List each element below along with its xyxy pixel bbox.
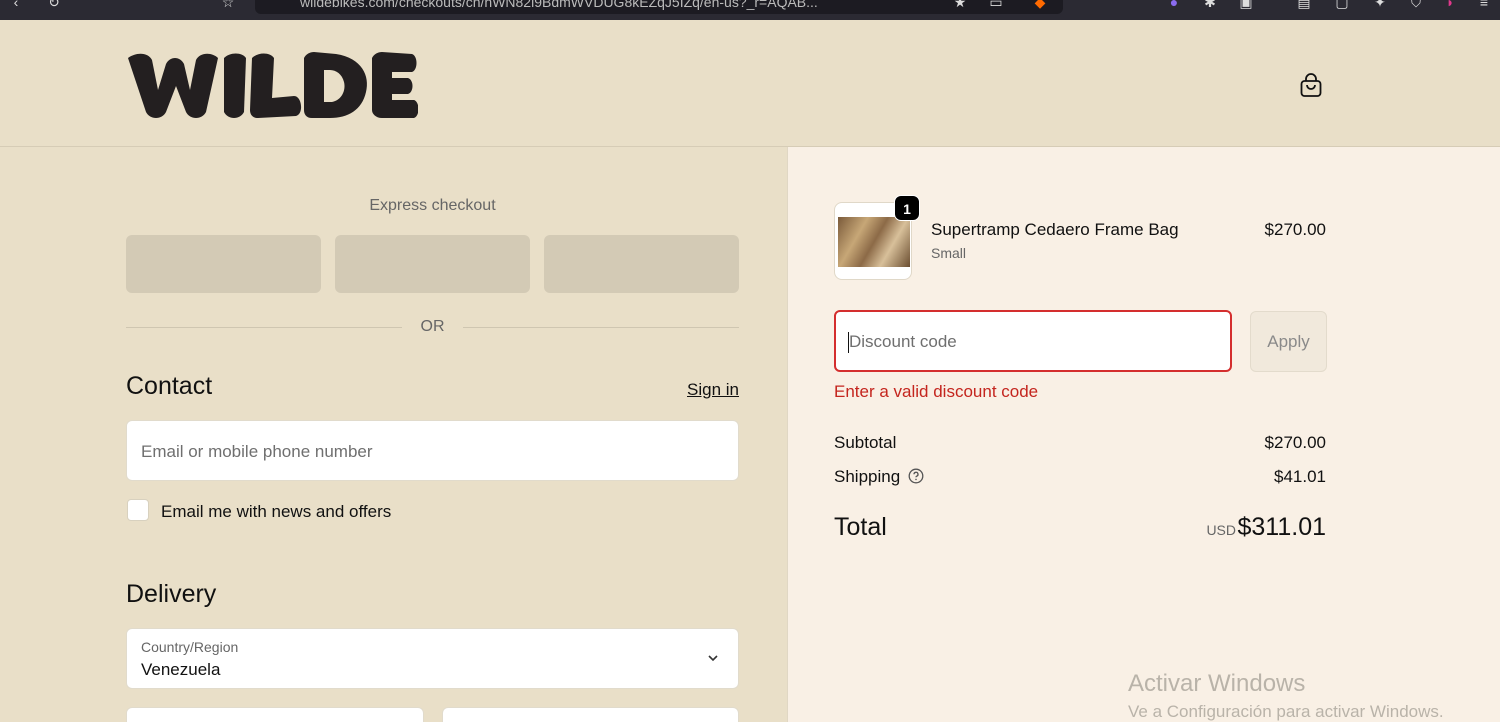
last-name-field[interactable] [442,707,739,722]
help-circle-icon[interactable] [908,468,924,484]
wallet-icon[interactable]: ◗ [1442,0,1458,10]
extension-icon[interactable]: ● [1166,0,1182,10]
vpn-icon[interactable]: ⛉ [1408,0,1424,10]
or-divider-label: OR [420,318,445,335]
extensions-icon[interactable]: ✱ [1202,0,1218,10]
reload-icon[interactable]: ↻ [46,0,62,10]
country-select[interactable]: Country/Region Venezuela [126,628,739,689]
country-select-label: Country/Region [141,639,239,655]
back-icon[interactable]: ‹ [8,0,24,10]
subtotal-value: $270.00 [1264,433,1326,452]
newsletter-label[interactable]: Email me with news and offers [161,502,391,522]
express-pay-button-3[interactable] [544,235,739,293]
product-name: Supertramp Cedaero Frame Bag [931,220,1179,239]
shipping-value: $41.01 [1274,467,1326,486]
email-field[interactable]: Email or mobile phone number [126,420,739,481]
newsletter-checkbox[interactable] [127,499,149,521]
tab-icon[interactable]: ▢ [1334,0,1350,10]
discount-code-input[interactable]: Discount code [834,310,1232,372]
windows-activation-subtitle: Ve a Configuración para activar Windows. [1128,702,1444,721]
bookmark-icon[interactable]: ☆ [220,0,236,10]
menu-icon[interactable]: ≡ [1476,0,1492,10]
country-select-value: Venezuela [141,660,221,679]
quantity-badge: 1 [894,195,920,221]
reader-icon[interactable]: ▭ [988,0,1004,10]
contact-heading: Contact [126,372,213,400]
checkout-form-panel: Express checkout OR Contact Sign in Emai… [0,147,787,722]
subtotal-label: Subtotal [834,433,897,452]
total-value: $311.01 [1237,513,1326,541]
browser-toolbar: ‹ ↻ ☆ wildebikes.com/checkouts/cn/hWN82i… [0,0,1500,20]
address-bar-url[interactable]: wildebikes.com/checkouts/cn/hWN82i9BdmWV… [300,0,940,10]
delivery-heading: Delivery [126,580,217,608]
order-summary-panel: 1 Supertramp Cedaero Frame Bag Small $27… [787,147,1500,722]
email-field-placeholder: Email or mobile phone number [141,442,373,461]
product-image [838,217,910,267]
chevron-down-icon [706,651,720,665]
or-divider-right [463,327,739,328]
or-divider-left [126,327,402,328]
express-pay-button-2[interactable] [335,235,530,293]
discount-error-message: Enter a valid discount code [834,382,1039,401]
first-name-field[interactable] [126,707,424,722]
express-pay-button-1[interactable] [126,235,321,293]
product-price: $270.00 [1264,220,1326,239]
total-currency: USD [1206,522,1236,538]
star-icon[interactable]: ★ [952,0,968,10]
sidebar-icon[interactable]: ▤ [1296,0,1312,10]
shipping-label: Shipping [834,467,901,486]
product-variant: Small [931,245,967,261]
brave-shield-icon[interactable]: ◆ [1032,0,1048,10]
wilde-logo[interactable] [126,50,419,127]
express-checkout-title: Express checkout [369,197,496,214]
sign-in-link[interactable]: Sign in [640,380,739,400]
windows-activation-title: Activar Windows [1128,670,1306,697]
apply-discount-button[interactable]: Apply [1250,311,1327,372]
site-header [0,20,1500,147]
puzzle-icon[interactable]: ✦ [1372,0,1388,10]
discount-code-placeholder: Discount code [849,332,957,351]
total-label: Total [834,513,887,541]
shopping-bag-icon[interactable] [1298,72,1324,98]
window-icon[interactable]: ▣ [1238,0,1254,10]
